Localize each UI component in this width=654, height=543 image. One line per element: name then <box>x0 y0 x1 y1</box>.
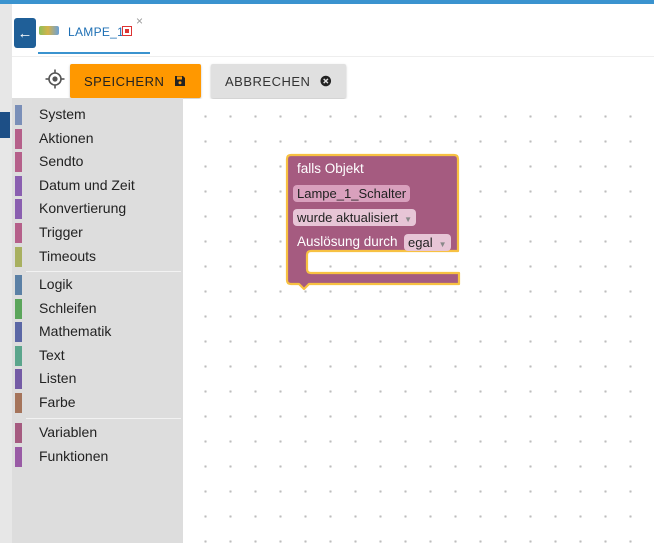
category-label: Datum und Zeit <box>39 176 135 193</box>
category-label: System <box>39 106 86 122</box>
category-label: Trigger <box>39 224 83 240</box>
category-label: Text <box>39 346 65 363</box>
toolbox-category[interactable]: Aktionen <box>12 128 183 150</box>
category-label: Sendto <box>39 153 84 170</box>
category-color-swatch <box>15 369 22 390</box>
back-arrow-icon[interactable]: ← <box>14 18 36 48</box>
category-separator <box>26 271 181 273</box>
blockly-toolbox: System Aktionen Sendto Datum und Zeit Konver… <box>12 98 183 543</box>
toolbox-category[interactable]: Timeouts <box>12 246 183 268</box>
trigger-dropdown-value: egal <box>408 235 433 250</box>
category-label: Farbe <box>39 394 76 410</box>
left-edge-strip <box>0 4 12 543</box>
category-color-swatch <box>15 105 22 125</box>
trigger-dropdown[interactable]: egal ▼ <box>404 234 451 251</box>
floppy-disk-icon <box>175 76 186 86</box>
toolbox-category[interactable]: Datum und Zeit <box>12 175 183 197</box>
category-separator <box>26 417 181 419</box>
category-label: Konvertierung <box>39 200 127 217</box>
category-color-swatch <box>15 423 22 443</box>
category-color-swatch <box>15 246 22 267</box>
trigger-label: Auslösung durch <box>297 234 398 249</box>
cancel-button-label: ABBRECHEN <box>225 73 311 89</box>
condition-dropdown-value: wurde aktualisiert <box>297 210 399 225</box>
category-label: Listen <box>39 370 77 387</box>
toolbox-category[interactable]: Logik <box>12 274 183 296</box>
dropdown-arrow-icon: ▼ <box>438 240 447 249</box>
toolbar: SPEICHERN ABBRECHEN <box>12 56 654 100</box>
left-edge-marker <box>0 112 10 138</box>
category-label: Mathematik <box>39 323 112 340</box>
category-label: Aktionen <box>39 129 94 146</box>
category-label: Variablen <box>39 424 98 440</box>
category-color-swatch <box>15 446 22 467</box>
toolbox-category[interactable]: Schleifen <box>12 298 183 320</box>
category-color-swatch <box>15 393 22 413</box>
category-color-swatch <box>15 128 22 149</box>
category-color-swatch <box>15 175 22 196</box>
toolbox-category[interactable]: Farbe <box>12 392 183 414</box>
category-color-swatch <box>15 152 22 173</box>
tab-label: LAMPE_1 <box>68 25 125 39</box>
category-label: Timeouts <box>39 247 97 264</box>
cancel-button[interactable]: ABBRECHEN <box>211 64 346 98</box>
locate-target-icon[interactable] <box>45 69 65 89</box>
dropdown-arrow-icon: ▼ <box>404 215 413 224</box>
condition-dropdown[interactable]: wurde aktualisiert ▼ <box>293 209 417 226</box>
tab-lampe-1[interactable]: LAMPE_1 × <box>38 14 150 54</box>
block-title: falls Objekt <box>297 161 364 176</box>
toolbox-category[interactable]: Trigger <box>12 222 183 244</box>
category-color-swatch <box>15 322 22 343</box>
toolbox-category[interactable]: Funktionen <box>12 446 183 468</box>
category-label: Schleifen <box>39 299 97 316</box>
category-label: Funktionen <box>39 447 109 464</box>
close-circle-icon <box>320 75 332 87</box>
toolbox-category[interactable]: Variablen <box>12 422 183 444</box>
category-color-swatch <box>15 275 22 295</box>
category-color-swatch <box>15 199 22 220</box>
toolbox-category[interactable]: Sendto <box>12 151 183 173</box>
top-accent-bar <box>0 0 654 4</box>
toolbox-category[interactable]: Mathematik <box>12 321 183 343</box>
save-button-label: SPEICHERN <box>84 73 165 89</box>
script-type-icon <box>39 26 59 35</box>
toolbox-category[interactable]: Text <box>12 345 183 367</box>
object-id-field[interactable]: Lampe_1_Schalter <box>293 185 411 202</box>
save-button[interactable]: SPEICHERN <box>70 64 201 98</box>
category-color-swatch <box>15 298 22 319</box>
tab-close-icon[interactable]: × <box>136 14 143 28</box>
category-color-swatch <box>15 345 22 366</box>
toolbox-category[interactable]: Konvertierung <box>12 198 183 220</box>
toolbox-category[interactable]: Listen <box>12 368 183 390</box>
toolbox-category[interactable]: System <box>12 104 183 126</box>
category-label: Logik <box>39 276 73 292</box>
category-color-swatch <box>15 223 22 243</box>
script-status-icon <box>122 26 132 36</box>
